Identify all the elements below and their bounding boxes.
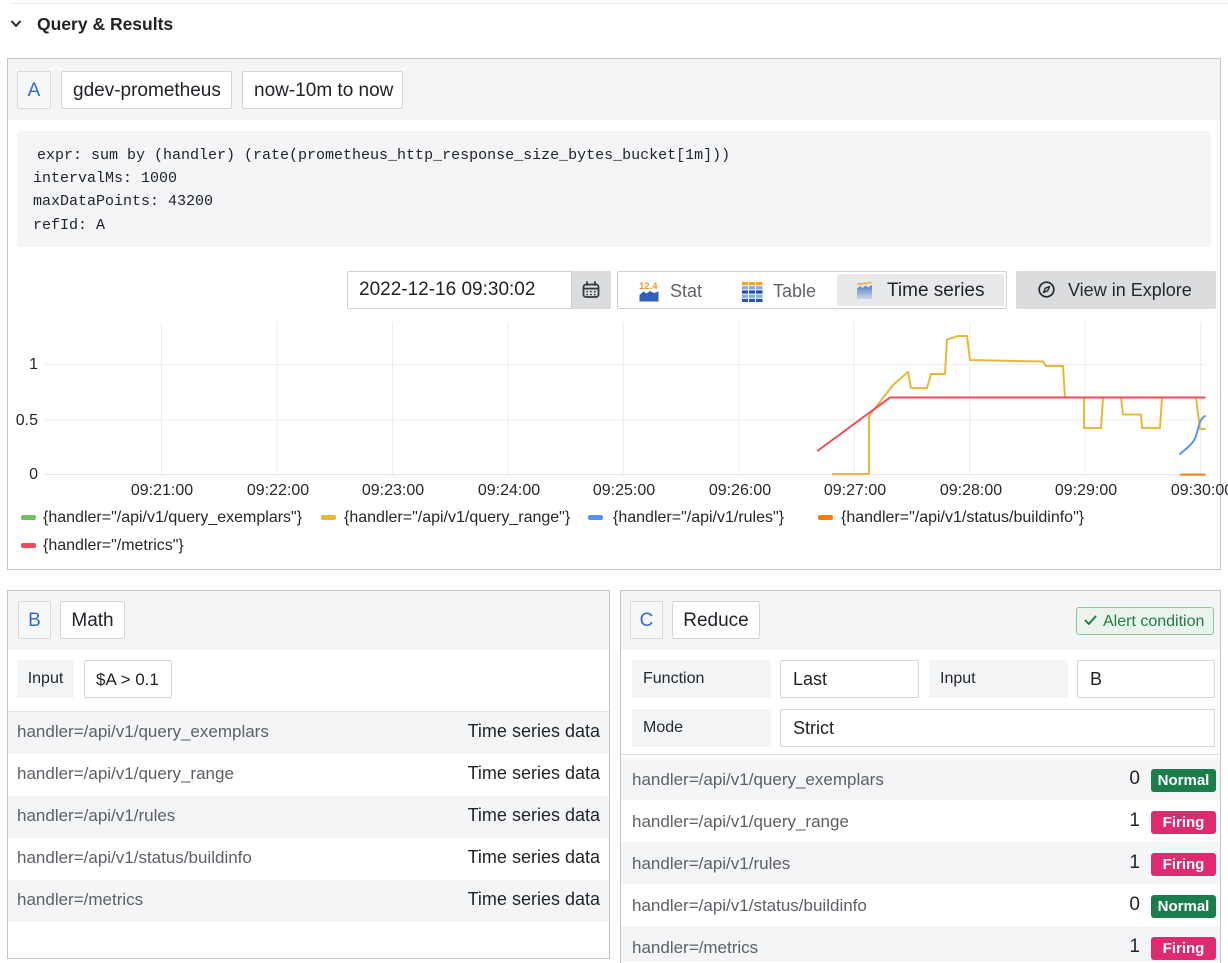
svg-text:12.4: 12.4	[639, 281, 658, 292]
